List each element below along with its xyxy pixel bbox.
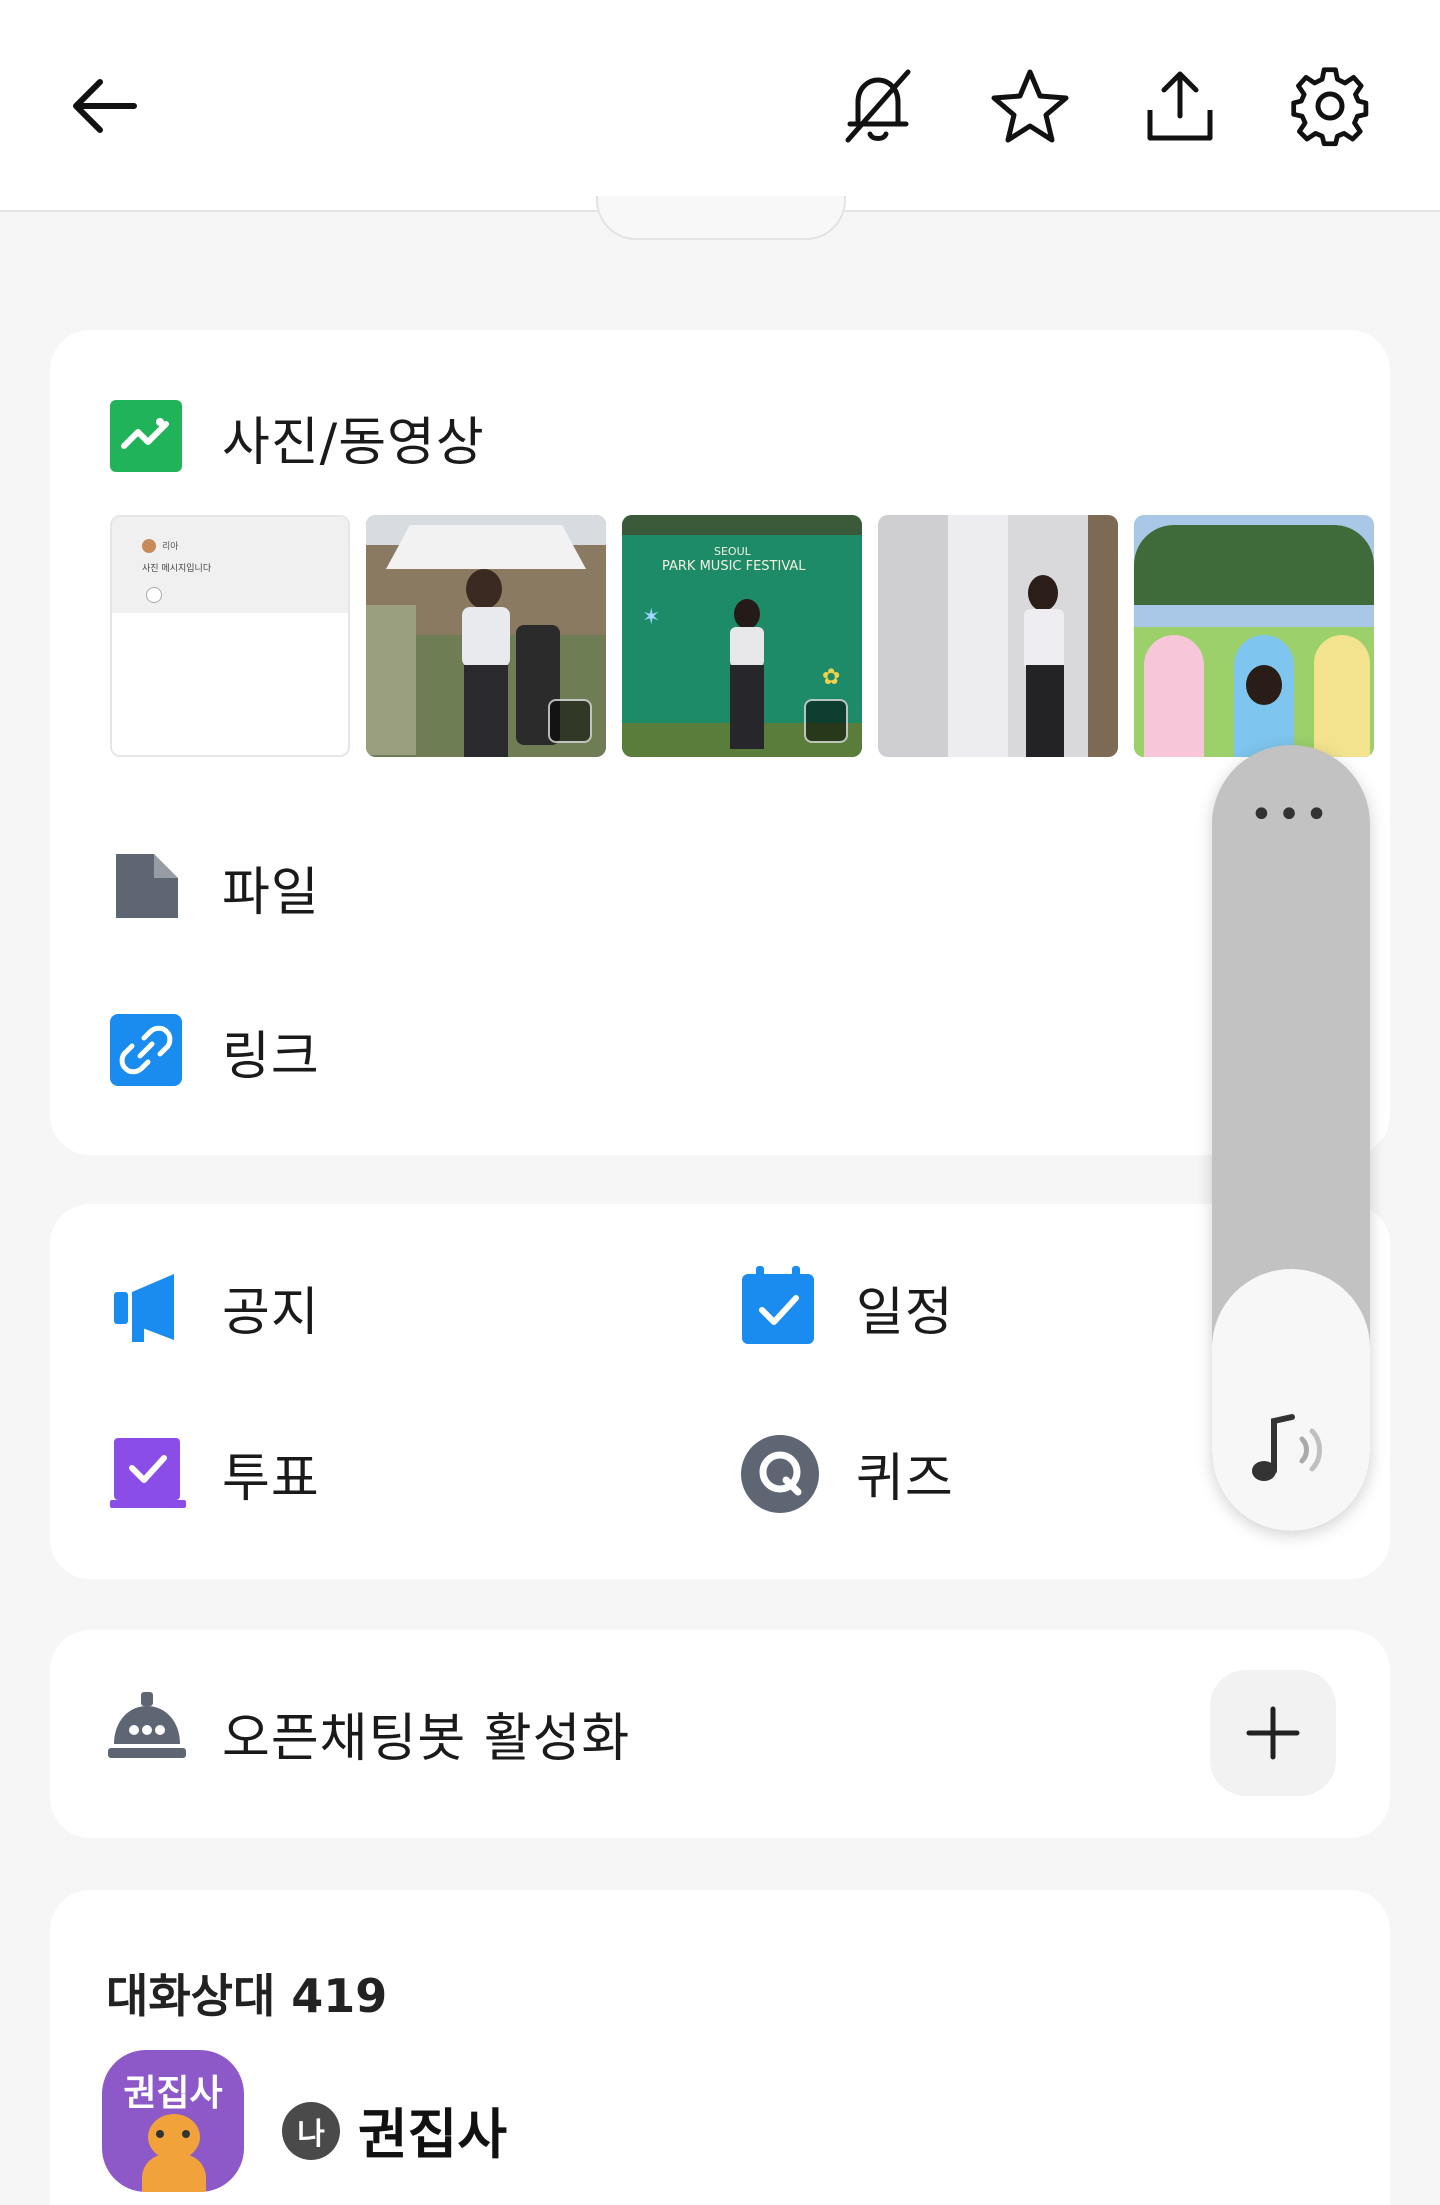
tools-card: 공지 일정 투표 퀴즈 [50, 1204, 1390, 1579]
more-dots-icon[interactable]: ••• [1212, 795, 1370, 835]
quiz-label[interactable]: 퀴즈 [856, 1436, 954, 1511]
quiz-icon [740, 1434, 820, 1518]
video-badge-icon [804, 699, 848, 743]
files-label[interactable]: 파일 [222, 850, 320, 925]
back-button[interactable] [56, 58, 152, 154]
settings-button[interactable] [1282, 58, 1378, 154]
media-title[interactable]: 사진/동영상 [222, 400, 485, 475]
music-note-volume-icon[interactable] [1242, 1409, 1338, 1493]
chatbot-label: 오픈채팅봇 활성화 [222, 1709, 631, 1769]
gear-icon [1291, 67, 1369, 147]
star-icon [991, 69, 1069, 143]
top-bar [0, 0, 1440, 212]
photo-video-icon [110, 400, 182, 476]
media-thumb[interactable]: SEOUL PARK MUSIC FESTIVAL ✶ ✿ [622, 515, 862, 757]
member-name[interactable]: 권집사 [358, 2090, 507, 2169]
share-upload-icon [1147, 71, 1213, 141]
media-thumbnails: 리아 사진 메시지입니다 SEOUL PARK MUSIC FESTIVAL ✶ [110, 515, 1390, 757]
media-thumb[interactable] [366, 515, 606, 757]
volume-slider[interactable]: ••• [1212, 745, 1370, 1531]
sign-line2: PARK MUSIC FESTIVAL [662, 559, 806, 574]
media-thumb[interactable] [1134, 515, 1374, 757]
avatar-text: 권집사 [123, 2073, 223, 2114]
add-chatbot-button[interactable] [1210, 1670, 1336, 1796]
thumb-message: 사진 메시지입니다 [142, 564, 212, 574]
links-label[interactable]: 링크 [222, 1014, 320, 1089]
video-badge-icon [548, 699, 592, 743]
thumb-sender-name: 리아 [162, 542, 179, 552]
bell-off-icon [845, 69, 911, 143]
vote-icon [110, 1438, 186, 1514]
calendar-icon [742, 1266, 814, 1348]
favorite-button[interactable] [982, 58, 1078, 154]
share-button[interactable] [1132, 58, 1228, 154]
chatbot-card: 오픈채팅봇 활성화 [50, 1630, 1390, 1838]
sign-line1: SEOUL [714, 545, 751, 558]
plus-icon [1246, 1706, 1300, 1760]
link-icon [110, 1014, 182, 1090]
arrow-left-icon [73, 79, 137, 133]
me-badge: 나 [282, 2102, 340, 2160]
notice-label[interactable]: 공지 [222, 1270, 320, 1345]
members-title: 대화상대 419 [106, 1969, 388, 2023]
mute-notifications-button[interactable] [830, 58, 926, 154]
members-card: 대화상대 419 권집사 나 권집사 [50, 1890, 1390, 2205]
vote-label[interactable]: 투표 [222, 1436, 320, 1511]
media-thumb[interactable]: 리아 사진 메시지입니다 [110, 515, 350, 757]
avatar[interactable]: 권집사 [102, 2050, 244, 2192]
file-icon [112, 850, 182, 926]
schedule-label[interactable]: 일정 [856, 1270, 954, 1345]
megaphone-icon [112, 1270, 182, 1350]
bot-icon [108, 1692, 186, 1774]
media-thumb[interactable] [878, 515, 1118, 757]
content-card: 사진/동영상 리아 사진 메시지입니다 SEOUL PARK MUSIC FES… [50, 330, 1390, 1155]
header-pill-edge [596, 196, 846, 240]
